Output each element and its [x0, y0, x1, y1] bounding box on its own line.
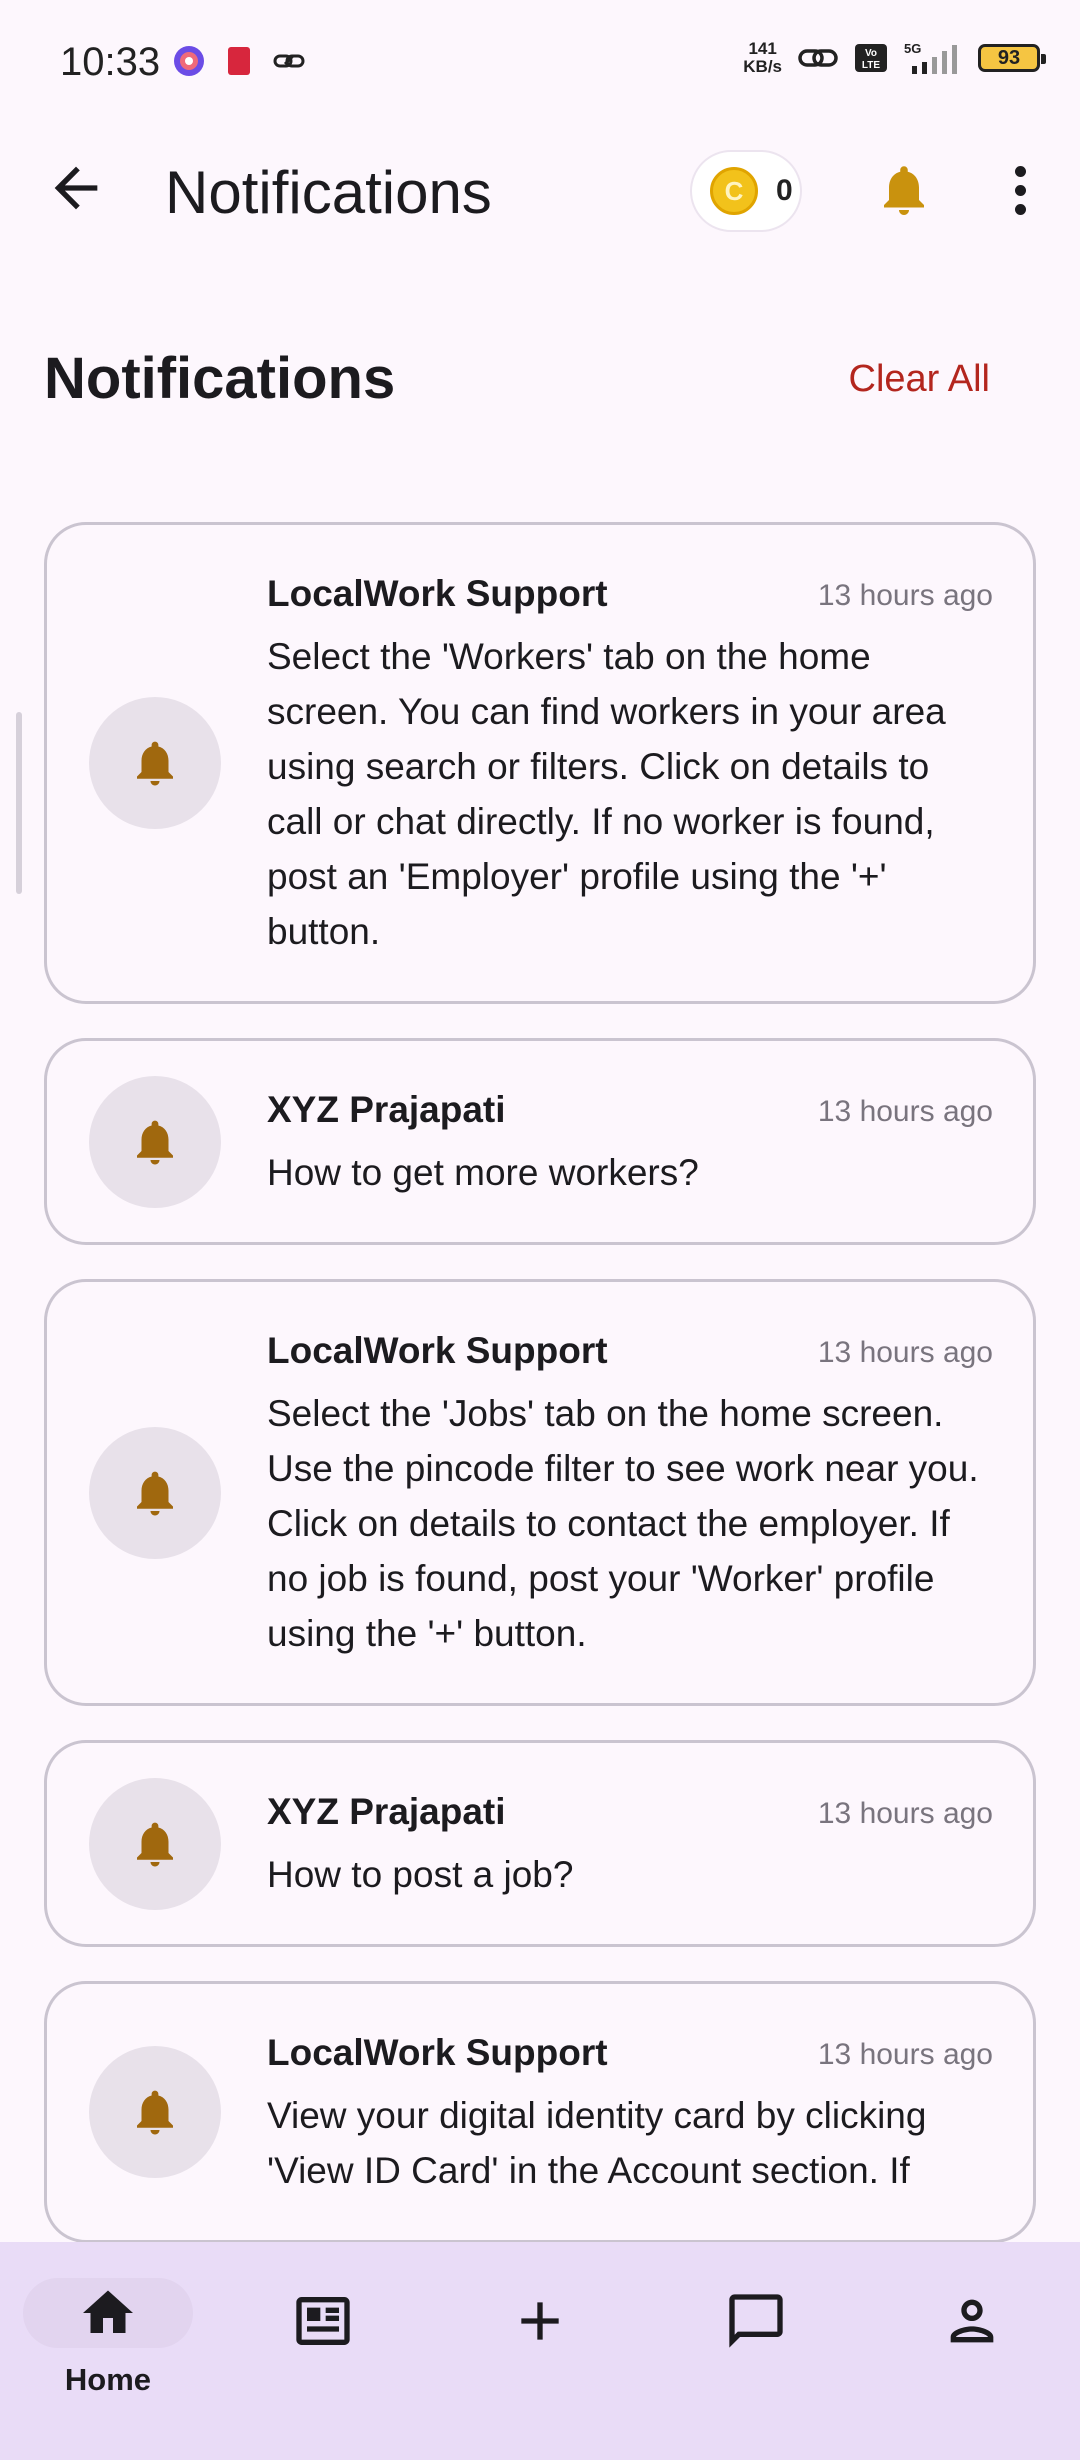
nav-item-feed[interactable]	[248, 2278, 398, 2398]
bell-icon	[137, 1471, 173, 1515]
notification-card[interactable]: LocalWork Support 13 hours ago Select th…	[44, 522, 1036, 1004]
notification-avatar	[89, 1075, 221, 1208]
notification-card[interactable]: LocalWork Support 13 hours ago Select th…	[44, 1279, 1036, 1706]
notifications-list[interactable]: LocalWork Support 13 hours ago Select th…	[44, 522, 1036, 2242]
notification-time: 13 hours ago	[817, 1095, 993, 1128]
more-vert-icon	[1014, 165, 1026, 177]
back-button[interactable]	[44, 156, 108, 220]
svg-text:Vo: Vo	[865, 48, 877, 59]
notification-avatar	[89, 1426, 221, 1559]
notification-avatar	[89, 697, 221, 829]
chat-icon	[729, 2294, 783, 2348]
scrollbar[interactable]	[16, 712, 22, 894]
app-badge-icon	[228, 47, 250, 75]
notification-message: How to post a job?	[267, 1854, 574, 1895]
nav-active-indicator	[23, 2278, 193, 2348]
svg-text:5G: 5G	[904, 41, 921, 56]
notification-message: Select the 'Workers' tab on the home scr…	[267, 636, 946, 952]
app-bar: Notifications C 0	[0, 130, 1080, 260]
page-title: Notifications	[44, 346, 396, 411]
notification-card[interactable]: XYZ Prajapati 13 hours ago How to get mo…	[44, 1038, 1036, 1245]
notification-sender: XYZ Prajapati	[267, 1791, 506, 1832]
link-icon	[273, 54, 305, 68]
person-icon	[950, 2299, 994, 2343]
arrow-back-icon	[54, 166, 98, 210]
battery-indicator: 93	[978, 44, 1046, 72]
svg-text:LTE: LTE	[862, 60, 880, 71]
notification-sender: LocalWork Support	[267, 573, 608, 614]
add-icon	[521, 2302, 559, 2340]
notification-sender: XYZ Prajapati	[267, 1089, 506, 1130]
nav-label-home: Home	[64, 2362, 152, 2397]
status-notification-icons	[172, 44, 306, 78]
hotspot-link-icon	[798, 49, 838, 67]
bell-icon	[137, 1120, 173, 1164]
status-bar: 10:33 141 KB/s Vo LTE 5G 93	[0, 0, 1080, 130]
notification-card[interactable]: XYZ Prajapati 13 hours ago How to post a…	[44, 1740, 1036, 1947]
clear-all-button[interactable]: Clear All	[849, 358, 991, 401]
app-bar-title: Notifications	[165, 159, 492, 226]
notification-time: 13 hours ago	[817, 2038, 993, 2071]
coin-balance-chip[interactable]: C 0	[690, 150, 802, 232]
browser-icon	[174, 46, 204, 76]
nav-item-chat[interactable]	[681, 2278, 831, 2398]
coin-icon: C	[710, 167, 758, 215]
notification-avatar	[89, 2046, 221, 2178]
notification-time: 13 hours ago	[817, 1336, 993, 1369]
more-options-button[interactable]	[1000, 160, 1040, 220]
nav-item-account[interactable]	[897, 2278, 1047, 2398]
notification-sender: LocalWork Support	[267, 2032, 608, 2073]
bottom-navigation: Home	[0, 2242, 1080, 2460]
notification-time: 13 hours ago	[817, 579, 993, 612]
volte-icon: VoLTE	[855, 44, 887, 72]
article-list-icon	[296, 2297, 350, 2345]
notification-sender: LocalWork Support	[267, 1330, 608, 1371]
notification-message: Select the 'Jobs' tab on the home screen…	[267, 1393, 979, 1654]
notification-avatar	[89, 1777, 221, 1910]
coin-count: 0	[776, 174, 793, 207]
bell-icon	[137, 741, 173, 786]
home-icon	[83, 2290, 133, 2333]
notification-message: How to get more workers?	[267, 1152, 699, 1193]
bell-icon	[884, 166, 924, 215]
bell-icon	[137, 1822, 173, 1866]
nav-item-add[interactable]	[465, 2278, 615, 2398]
notification-time: 13 hours ago	[817, 1797, 993, 1830]
notification-message: View your digital identity card by click…	[267, 2095, 927, 2191]
notifications-button[interactable]	[874, 160, 934, 220]
status-time: 10:33	[60, 40, 161, 84]
nav-item-home[interactable]: Home	[23, 2278, 193, 2398]
net-speed: 141 KB/s	[743, 39, 782, 76]
bell-icon	[137, 2090, 173, 2135]
notification-card[interactable]: LocalWork Support 13 hours ago View your…	[44, 1981, 1036, 2242]
signal-icon: 5G	[904, 41, 957, 74]
status-system-icons: 141 KB/s Vo LTE 5G 93	[743, 39, 1046, 76]
